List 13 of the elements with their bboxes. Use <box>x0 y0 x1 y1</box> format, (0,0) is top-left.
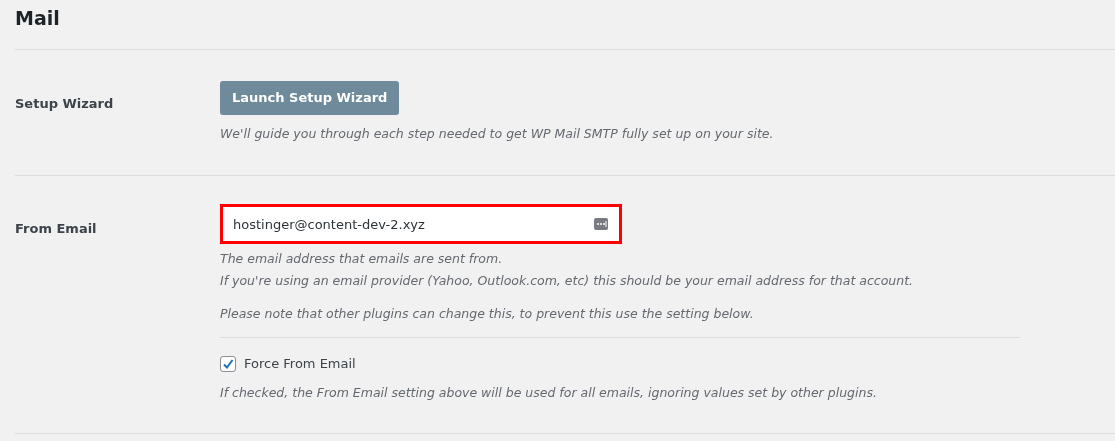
checkbox-label: Force From Email <box>244 355 356 374</box>
page-title: Mail <box>15 6 60 31</box>
checkbox[interactable] <box>220 356 236 372</box>
field-note: Please note that other plugins can change this, to prevent this use the setting below. <box>220 304 754 323</box>
launch-setup-wizard-button[interactable]: Launch Setup Wizard <box>220 81 400 115</box>
field-description: If checked, the From Email setting above will be used for all emails, ignoring values set by other plugins. <box>220 383 877 402</box>
field-description: The email address that emails are sent from. <box>220 250 504 268</box>
field-description: We'll guide you through each step needed to get WP Mail SMTP fully set up on your site. <box>220 125 774 143</box>
field-description: If you're using an email provider (Yahoo, Outlook.com, etc) this should be your email address for that account. <box>220 271 914 290</box>
field-label: From Email <box>15 221 97 236</box>
field-label: Setup Wizard <box>15 96 114 111</box>
email-input-field[interactable]: hostinger@content-dev-2.xyz <box>220 204 622 244</box>
autofill-icon <box>594 218 608 230</box>
